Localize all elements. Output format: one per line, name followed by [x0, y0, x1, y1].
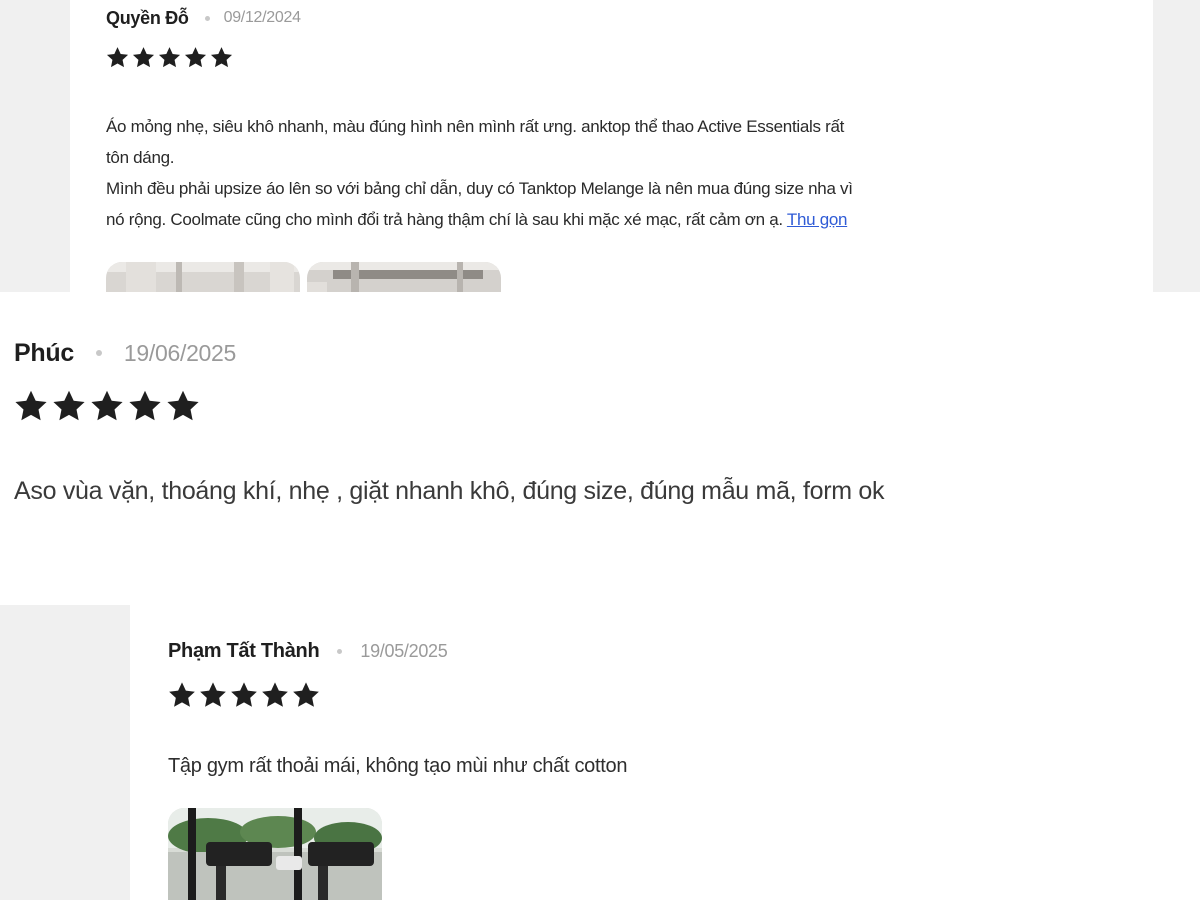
review-text-line: nó rộng. Coolmate cũng cho mình đổi trả … [106, 204, 1116, 235]
reviewer-name: Phúc [14, 338, 74, 367]
reviewer-name: Phạm Tất Thành [168, 639, 320, 662]
star-icon [52, 389, 86, 423]
review-text-line: tôn dáng. [106, 148, 175, 167]
star-rating [168, 681, 320, 709]
star-icon [132, 46, 155, 69]
review-panel-2: Phúc 19/06/2025 Aso vùa vặn, thoáng khí,… [0, 292, 1200, 605]
review-text-segment: nó rộng. Coolmate cũng cho mình đổi trả … [106, 210, 783, 229]
review-text: Áo mỏng nhẹ, siêu khô nhanh, màu đúng hì… [106, 111, 1116, 235]
review-text: Aso vùa vặn, thoáng khí, nhẹ , giặt nhan… [14, 477, 885, 505]
star-icon [261, 681, 289, 709]
review-header: Phạm Tất Thành 19/05/2025 [168, 638, 448, 664]
star-icon [166, 389, 200, 423]
review-panel-1: Quyền Đỗ 09/12/2024 Áo mỏng nhẹ, siêu kh… [0, 0, 1200, 292]
review-date: 19/06/2025 [123, 339, 237, 366]
review-header: Phúc 19/06/2025 [14, 338, 236, 368]
review-header: Quyền Đỗ 09/12/2024 [106, 7, 301, 29]
review-panel-3: Phạm Tất Thành 19/05/2025 Tập gym rất th… [0, 605, 1200, 900]
review-date: 09/12/2024 [223, 9, 301, 26]
star-icon [210, 46, 233, 69]
collapse-link[interactable]: Thu gọn [787, 210, 848, 229]
star-rating [14, 389, 200, 423]
review-text-line: Mình đều phải upsize áo lên so với bảng … [106, 179, 853, 198]
review-photo[interactable] [307, 262, 501, 292]
star-rating [106, 46, 233, 69]
review-text: Tập gym rất thoải mái, không tạo mùi như… [168, 755, 628, 777]
review-photo[interactable] [168, 808, 382, 900]
star-icon [230, 681, 258, 709]
reviewer-name: Quyền Đỗ [106, 7, 189, 28]
review-text-line: Áo mỏng nhẹ, siêu khô nhanh, màu đúng hì… [106, 117, 845, 136]
review-photo[interactable] [106, 262, 300, 292]
separator-dot [95, 350, 102, 356]
star-icon [128, 389, 162, 423]
separator-dot [337, 648, 343, 654]
star-icon [106, 46, 129, 69]
star-icon [199, 681, 227, 709]
star-icon [184, 46, 207, 69]
star-icon [158, 46, 181, 69]
side-gutter [0, 605, 130, 900]
separator-dot [204, 15, 210, 21]
review-date: 19/05/2025 [360, 640, 448, 661]
star-icon [168, 681, 196, 709]
star-icon [292, 681, 320, 709]
review-card: Quyền Đỗ 09/12/2024 Áo mỏng nhẹ, siêu kh… [70, 0, 1153, 292]
star-icon [90, 389, 124, 423]
star-icon [14, 389, 48, 423]
